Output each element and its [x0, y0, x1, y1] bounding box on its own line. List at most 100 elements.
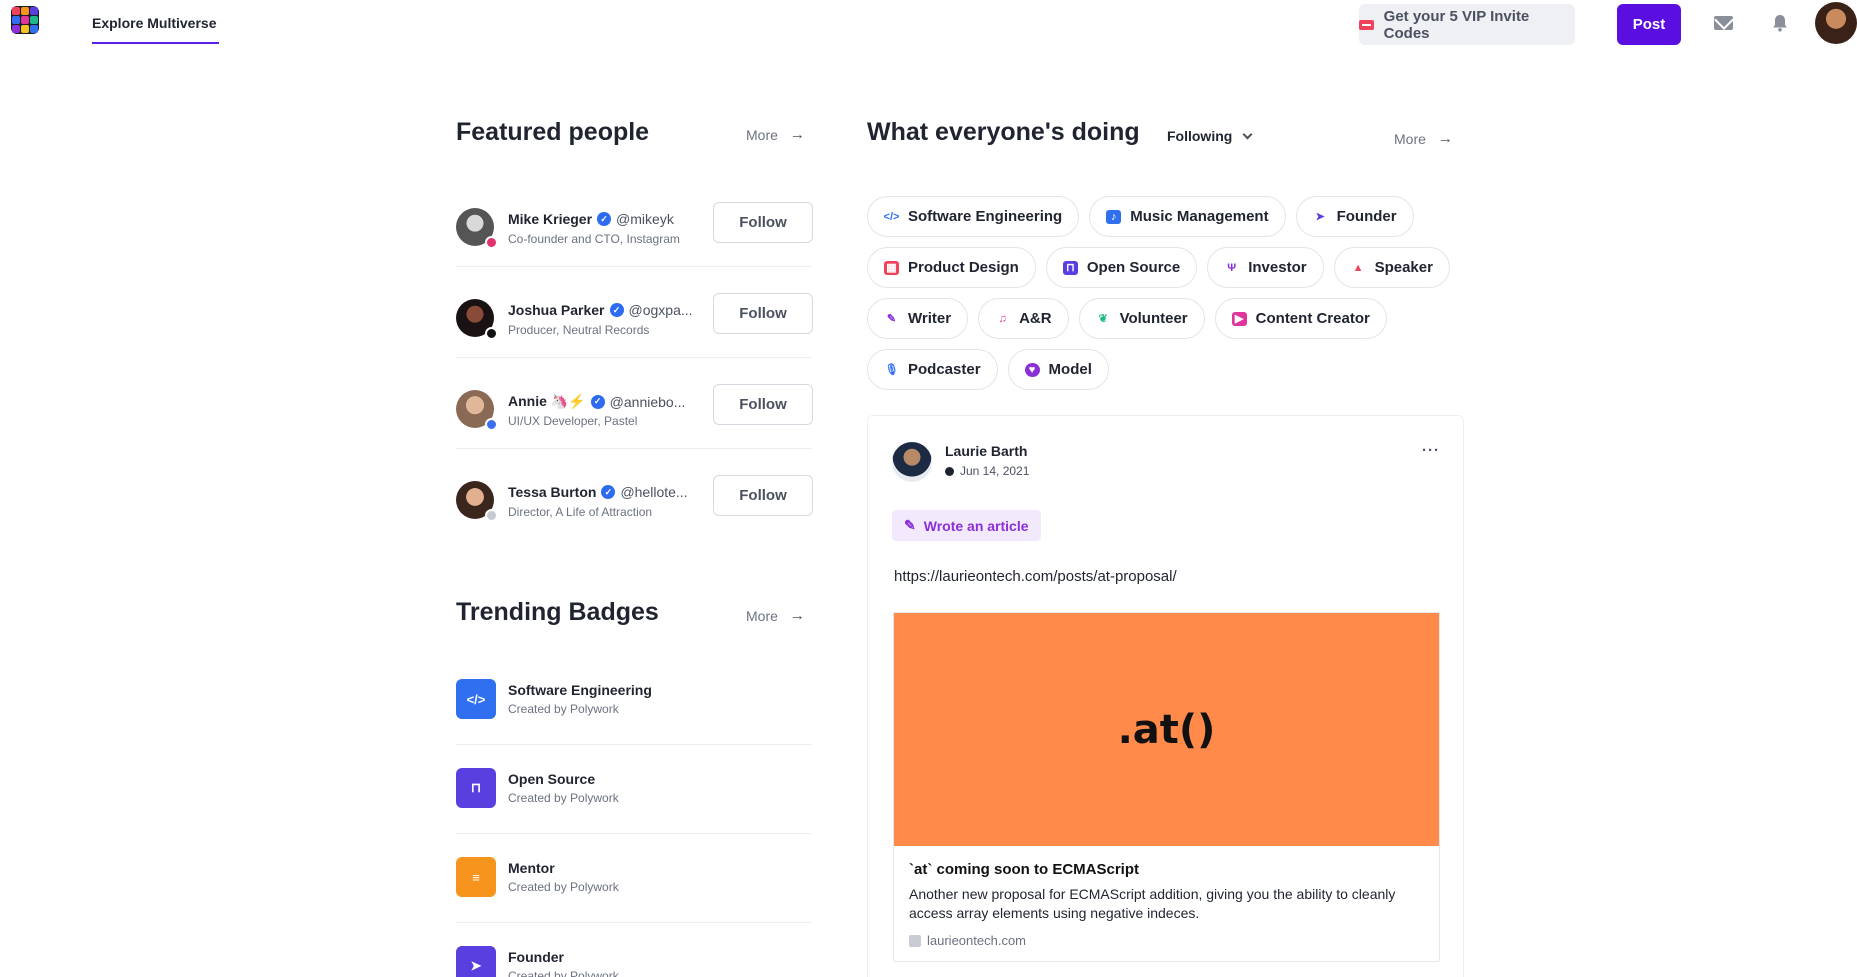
video-icon: ▶ [1231, 311, 1247, 326]
music-icon [485, 327, 498, 340]
preview-description: Another new proposal for ECMAScript addi… [909, 886, 1396, 921]
globe-icon [485, 418, 498, 431]
badge-row[interactable]: ⊓ Open Source Created by Polywork [456, 752, 812, 840]
chip-founder[interactable]: ➤ Founder [1295, 196, 1414, 237]
person-card: Joshua Parker ✓ @ogxpa... Producer, Neut… [456, 275, 813, 367]
post-button[interactable]: Post [1617, 4, 1681, 45]
favicon-icon [909, 934, 921, 947]
badge-name: Founder [508, 949, 564, 965]
bell-icon[interactable] [1772, 14, 1788, 32]
chat-icon: ♪ [1106, 209, 1122, 224]
chip-product-design[interactable]: ▦ Product Design [867, 247, 1036, 288]
trending-more-link[interactable]: More → [746, 607, 805, 624]
badge-creator: Created by Polywork [508, 791, 619, 805]
person-name-line[interactable]: Joshua Parker ✓ @ogxpa... [508, 302, 693, 318]
author-avatar[interactable] [892, 442, 932, 482]
chip-label: Investor [1248, 259, 1307, 276]
badge-creator: Created by Polywork [508, 880, 619, 894]
circle-icon [485, 509, 498, 522]
preview-domain: laurieontech.com [927, 933, 1026, 948]
activity-more-link[interactable]: More → [1394, 130, 1453, 147]
music-note-icon: ♫ [998, 312, 1007, 325]
invite-codes-button[interactable]: Get your 5 VIP Invite Codes [1359, 4, 1575, 45]
divider [456, 833, 812, 834]
follow-button[interactable]: Follow [713, 293, 813, 334]
verified-icon: ✓ [609, 303, 624, 317]
person-name: Annie 🦄⚡ [508, 393, 586, 409]
invite-codes-label: Get your 5 VIP Invite Codes [1383, 7, 1530, 42]
chip-content-creator[interactable]: ▶ Content Creator [1214, 298, 1387, 339]
chip-volunteer[interactable]: ❦ Volunteer [1078, 298, 1205, 339]
person-card: Annie 🦄⚡ ✓ @anniebo... UI/UX Developer, … [456, 366, 813, 458]
person-card: Mike Krieger ✓ @mikeyk Co-founder and CT… [456, 184, 813, 276]
chip-software-engineering[interactable]: </> Software Engineering [867, 196, 1080, 237]
arrow-right-icon: → [1437, 130, 1453, 147]
chip-speaker[interactable]: ▲ Speaker [1333, 247, 1450, 288]
chevron-down-icon [1242, 129, 1253, 139]
activity-tag[interactable]: ✎ Wrote an article [892, 510, 1041, 541]
tab-explore-multiverse[interactable]: Explore Multiverse [92, 15, 217, 31]
post-url-link[interactable]: https://laurieontech.com/posts/at-propos… [894, 568, 1177, 585]
polywork-logo-icon[interactable] [11, 6, 39, 34]
chip-label: Product Design [908, 259, 1019, 276]
verified-icon: ✓ [601, 485, 616, 499]
badge-row[interactable]: ➤ Founder Created by Polywork [456, 930, 812, 977]
badge-name: Software Engineering [508, 682, 652, 698]
pen-icon: ✎ [904, 517, 916, 533]
person-title: Co-founder and CTO, Instagram [508, 232, 680, 246]
person-title: Director, A Life of Attraction [508, 505, 653, 519]
chip-label: Software Engineering [908, 208, 1063, 225]
badge-creator: Created by Polywork [508, 702, 619, 716]
unlock-icon: ⊓ [1062, 260, 1078, 275]
chip-investor[interactable]: Ψ Investor [1207, 247, 1324, 288]
author-name[interactable]: Laurie Barth [945, 443, 1027, 459]
activity-tag-label: Wrote an article [923, 517, 1029, 534]
badge-chip-list: </> Software Engineering ♪ Music Managem… [867, 196, 1467, 390]
person-name-line[interactable]: Mike Krieger ✓ @mikeyk [508, 211, 674, 227]
rocket-icon: ➤ [456, 946, 496, 977]
mentor-icon: ≡ [456, 857, 496, 897]
chip-open-source[interactable]: ⊓ Open Source [1045, 247, 1198, 288]
preview-title: `at` coming soon to ECMAScript [909, 861, 1139, 878]
design-icon: ▦ [884, 260, 899, 275]
link-preview[interactable]: .at() `at` coming soon to ECMAScript Ano… [893, 612, 1440, 962]
follow-button[interactable]: Follow [713, 475, 813, 516]
chip-label: A&R [1019, 310, 1052, 327]
arrow-right-icon: → [789, 126, 805, 143]
arrow-right-icon: → [789, 607, 805, 624]
badge-creator: Created by Polywork [508, 969, 619, 977]
badge-row[interactable]: </> Software Engineering Created by Poly… [456, 663, 812, 751]
chip-podcaster[interactable]: 🎙 Podcaster [867, 349, 998, 390]
chip-model[interactable]: ♥ Model [1007, 349, 1109, 390]
chip-label: Content Creator [1255, 310, 1370, 327]
verified-icon: ✓ [590, 394, 605, 409]
follow-button[interactable]: Follow [713, 202, 813, 243]
follow-button[interactable]: Follow [713, 384, 813, 425]
person-name-line[interactable]: Tessa Burton ✓ @hellote... [508, 484, 688, 500]
chip-music-management[interactable]: ♪ Music Management [1089, 196, 1286, 237]
activity-title: What everyone's doing [867, 118, 1140, 146]
hands-icon: ❦ [1098, 313, 1108, 325]
chip-writer[interactable]: ✎ Writer [867, 298, 969, 339]
person-title: Producer, Neutral Records [508, 323, 650, 337]
divider [456, 744, 812, 745]
person-name: Joshua Parker [508, 302, 605, 318]
unlock-icon: ⊓ [456, 768, 496, 808]
person-name-line[interactable]: Annie 🦄⚡ ✓ @anniebo... [508, 393, 685, 410]
sprout-icon: Ψ [1227, 261, 1237, 274]
preview-domain-line: laurieontech.com [909, 933, 1026, 948]
person-card: Tessa Burton ✓ @hellote... Director, A L… [456, 457, 813, 549]
ticket-icon [1359, 19, 1374, 30]
preview-image-text: .at() [1117, 706, 1216, 753]
person-name: Tessa Burton [508, 484, 597, 500]
badge-row[interactable]: ≡ Mentor Created by Polywork [456, 841, 812, 929]
following-dropdown-label: Following [1167, 128, 1233, 144]
post-card: Laurie Barth Jun 14, 2021 ··· ✎ Wrote an… [867, 415, 1464, 977]
chip-a-and-r[interactable]: ♫ A&R [978, 298, 1069, 339]
post-menu-button[interactable]: ··· [1422, 442, 1440, 459]
trending-badges-title: Trending Badges [456, 598, 659, 626]
following-dropdown[interactable]: Following [1167, 128, 1253, 144]
mail-icon[interactable] [1714, 16, 1733, 30]
featured-more-link[interactable]: More → [746, 126, 805, 143]
user-avatar[interactable] [1815, 2, 1857, 44]
